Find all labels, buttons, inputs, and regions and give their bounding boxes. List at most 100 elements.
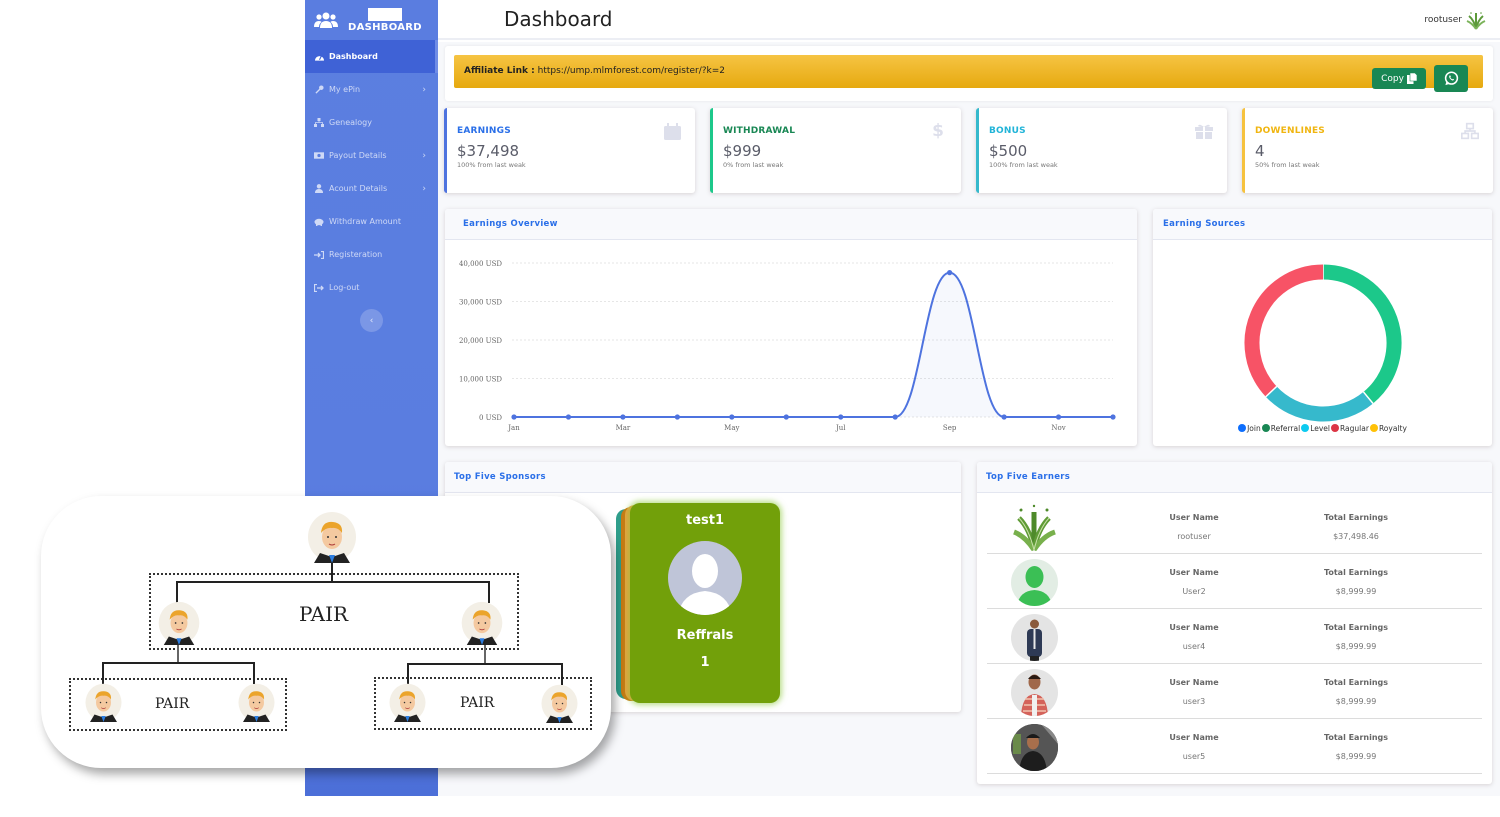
sidebar-item-logout[interactable]: Log-out bbox=[305, 271, 438, 304]
stat-value: $500 bbox=[989, 142, 1028, 160]
earner-username: user3 bbox=[1182, 697, 1206, 706]
data-point bbox=[729, 414, 735, 420]
legend-label: Referral bbox=[1270, 423, 1301, 433]
pair-label: PAIR bbox=[299, 602, 349, 626]
earner-username: user4 bbox=[1182, 642, 1206, 651]
donut-slice-ragular[interactable] bbox=[1244, 264, 1324, 397]
user-menu[interactable]: rootuser bbox=[1424, 10, 1486, 30]
tree-connector bbox=[102, 662, 104, 684]
area-fill bbox=[514, 272, 1113, 417]
legend-swatch bbox=[1331, 424, 1340, 432]
users-icon bbox=[314, 12, 338, 28]
stat-value: 4 bbox=[1255, 142, 1265, 160]
copy-button[interactable]: Copy bbox=[1372, 68, 1426, 89]
earner-username: User2 bbox=[1182, 587, 1206, 596]
sign-in-icon bbox=[314, 250, 324, 260]
col-header-total: Total Earnings bbox=[1323, 513, 1389, 522]
donut-slice-level[interactable] bbox=[1265, 386, 1374, 422]
x-tick-label: Sep bbox=[943, 424, 957, 432]
person-avatar-icon bbox=[238, 683, 275, 722]
stat-subtext: 100% from last weak bbox=[989, 161, 1058, 169]
sidebar-item-dashboard[interactable]: Dashboard bbox=[305, 40, 438, 73]
sign-out-icon bbox=[314, 283, 324, 293]
col-header-username: User Name bbox=[1169, 513, 1219, 522]
earner-row: User Name user4 Total Earnings $8,999.99 bbox=[987, 609, 1482, 664]
legend-item-join[interactable]: Join bbox=[1238, 424, 1261, 433]
chart-legend: Join Referral Level Ragular Royalty bbox=[1153, 424, 1492, 435]
legend-swatch bbox=[1369, 424, 1378, 432]
earning-sources-donut-chart bbox=[1244, 264, 1402, 422]
data-point bbox=[511, 414, 517, 420]
tree-connector bbox=[488, 581, 490, 603]
col-header-total: Total Earnings bbox=[1323, 623, 1389, 632]
sidebar-brand[interactable]: DASHBOARD bbox=[305, 0, 438, 40]
person-avatar-icon bbox=[541, 684, 578, 723]
sidebar-item-my-epin[interactable]: My ePin › bbox=[305, 73, 438, 106]
tree-connector bbox=[407, 663, 409, 685]
person-avatar-icon bbox=[308, 512, 356, 563]
col-header-username: User Name bbox=[1169, 568, 1219, 577]
sidebar-item-genealogy[interactable]: Genealogy bbox=[305, 106, 438, 139]
whatsapp-share-button[interactable] bbox=[1434, 65, 1468, 92]
tree-connector bbox=[253, 662, 255, 684]
x-tick-label: Jul bbox=[835, 424, 846, 432]
tree-connector bbox=[177, 643, 179, 663]
y-tick-label: 20,000 USD bbox=[459, 337, 502, 345]
stat-label: BONUS bbox=[989, 126, 1026, 136]
sidebar-item-label: My ePin bbox=[329, 85, 361, 94]
legend-item-referral[interactable]: Referral bbox=[1261, 423, 1301, 433]
earner-username: rootuser bbox=[1177, 532, 1211, 541]
sidebar-item-label: Acount Details bbox=[329, 184, 388, 193]
legend-label: Ragular bbox=[1340, 423, 1369, 433]
col-header-total: Total Earnings bbox=[1323, 678, 1389, 687]
stat-card-downlines: DOWENLINES 4 50% from last weak bbox=[1242, 108, 1493, 193]
col-header-username: User Name bbox=[1169, 678, 1219, 687]
sidebar-item-label: Withdraw Amount bbox=[329, 217, 401, 226]
col-header-username: User Name bbox=[1169, 733, 1219, 742]
legend-item-royalty[interactable]: Royalty bbox=[1369, 424, 1407, 433]
sidebar-item-payout-details[interactable]: Payout Details › bbox=[305, 139, 438, 172]
legend-item-ragular[interactable]: Ragular bbox=[1331, 424, 1369, 433]
tree-connector bbox=[176, 581, 178, 603]
x-tick-label: Mar bbox=[616, 424, 631, 432]
stat-value: $999 bbox=[723, 142, 762, 160]
plant-avatar-icon bbox=[1466, 12, 1486, 30]
page-title: Dashboard bbox=[504, 7, 613, 31]
x-tick-label: May bbox=[724, 424, 739, 432]
x-tick-label: Jan bbox=[507, 424, 520, 432]
data-point bbox=[838, 414, 844, 420]
sponsor-card[interactable]: test1 Reffrals 1 bbox=[630, 503, 780, 703]
referrals-label: Reffrals bbox=[676, 628, 734, 643]
person-avatar-icon bbox=[461, 601, 503, 645]
chevron-right-icon: › bbox=[422, 183, 426, 194]
legend-swatch bbox=[1238, 424, 1247, 432]
stage: DASHBOARD Dashboard My ePin › Genealogy … bbox=[0, 0, 1500, 817]
sidebar-item-withdraw-amount[interactable]: Withdraw Amount bbox=[305, 205, 438, 238]
brand-logo bbox=[367, 7, 402, 21]
sidebar-item-label: Payout Details bbox=[329, 151, 387, 160]
panel-header: Top Five Sponsors bbox=[445, 462, 961, 493]
donut-slice-referral[interactable] bbox=[1322, 264, 1402, 404]
earner-total: $8,999.99 bbox=[1335, 752, 1377, 761]
affiliate-url[interactable]: https://ump.mlmforest.com/register/?k=2 bbox=[538, 66, 725, 76]
y-tick-label: 10,000 USD bbox=[459, 376, 502, 384]
sidebar-item-account-details[interactable]: Acount Details › bbox=[305, 172, 438, 205]
gift-icon bbox=[1195, 122, 1213, 140]
dollar-icon: $ bbox=[932, 121, 944, 141]
affiliate-label: Affiliate Link : bbox=[464, 66, 535, 76]
binary-tree-diagram: PAIR PAIR PAIR bbox=[41, 496, 611, 768]
sidebar-item-label: Genealogy bbox=[329, 118, 372, 127]
sitemap-icon bbox=[1461, 122, 1479, 140]
plant-avatar-icon bbox=[1011, 504, 1058, 551]
affiliate-bar: Affiliate Link : https://ump.mlmforest.c… bbox=[454, 55, 1483, 88]
copy-label: Copy bbox=[1381, 73, 1404, 84]
tree-connector bbox=[484, 644, 486, 664]
sidebar-item-registration[interactable]: Registeration bbox=[305, 238, 438, 271]
earner-row: User Name user3 Total Earnings $8,999.99 bbox=[987, 664, 1482, 719]
earner-username: user5 bbox=[1182, 752, 1206, 761]
panel-title: Top Five Sponsors bbox=[454, 472, 546, 482]
sponsor-name: test1 bbox=[685, 513, 725, 528]
col-header-username: User Name bbox=[1169, 623, 1219, 632]
sidebar-collapse-button[interactable]: ‹ bbox=[360, 309, 383, 332]
legend-item-level[interactable]: Level bbox=[1301, 424, 1330, 433]
